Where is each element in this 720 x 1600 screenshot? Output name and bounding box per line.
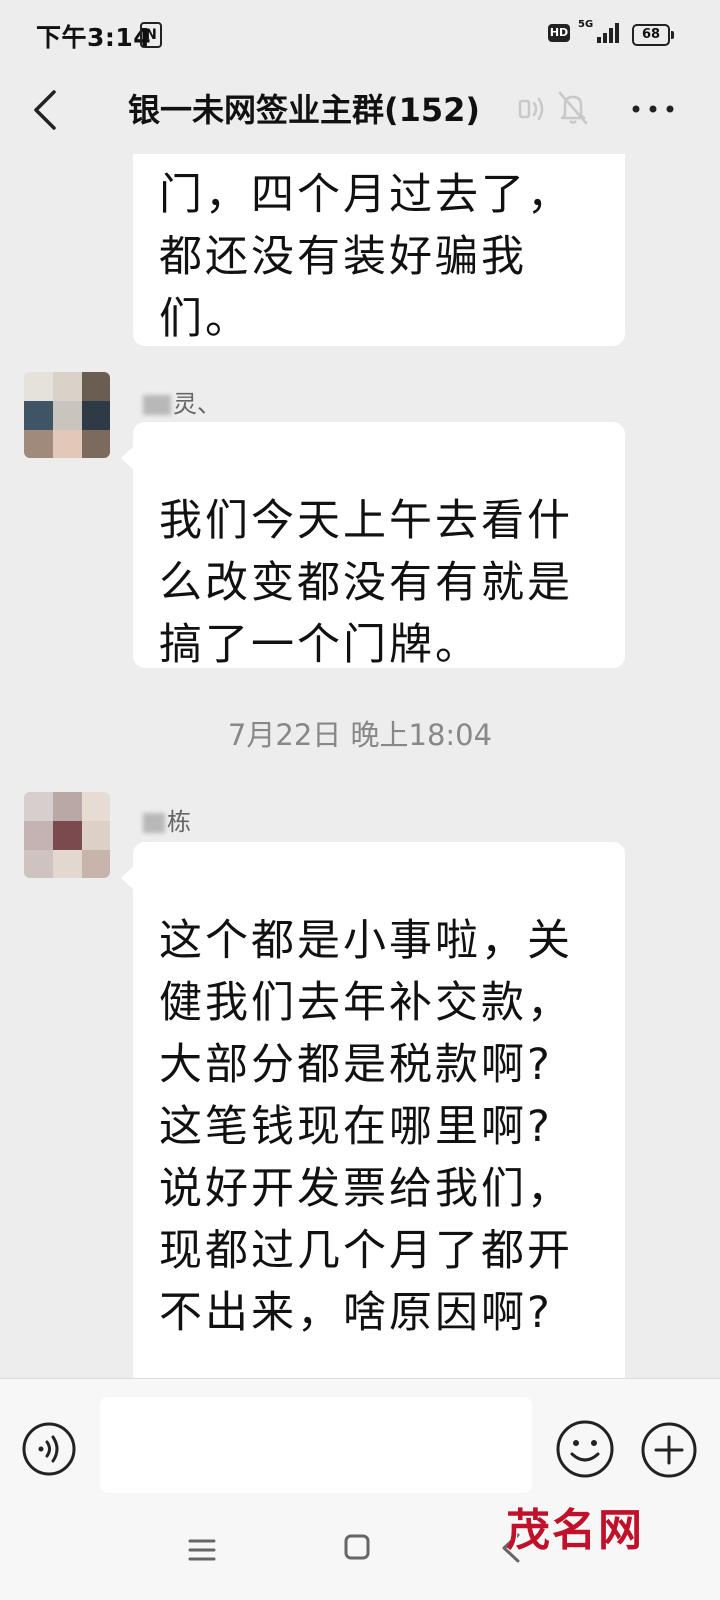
blurred-name-part: [143, 395, 171, 415]
network-type-icon: 5G: [578, 19, 594, 30]
chat-title: 银一未网签业主群(152): [128, 91, 481, 129]
sender-name: 灵、: [143, 384, 221, 419]
sender-name: 栋: [143, 802, 191, 837]
message-input[interactable]: [100, 1397, 532, 1493]
status-time: 下午3:14: [36, 23, 152, 52]
message-text: 我们今天上午去看什 么改变都没有有就是 搞了一个门牌。: [159, 496, 573, 670]
timestamp: 7月22日 晚上18:04: [227, 718, 493, 752]
emoji-icon[interactable]: [555, 1419, 615, 1479]
voice-mode-icon[interactable]: [518, 92, 546, 126]
message-bubble[interactable]: 这个都是小事啦，关 健我们去年补交款， 大部分都是税款啊? 这笔钱现在哪里啊? …: [121, 842, 625, 1378]
hd-icon: HD: [548, 24, 570, 42]
plus-icon[interactable]: [640, 1421, 698, 1479]
avatar[interactable]: [24, 792, 110, 878]
more-icon[interactable]: [628, 92, 678, 126]
blurred-name-part: [143, 813, 165, 833]
back-icon[interactable]: [26, 84, 66, 136]
message-text: 这个都是小事啦，关 健我们去年补交款， 大部分都是税款啊? 这笔钱现在哪里啊? …: [159, 916, 573, 1338]
avatar[interactable]: [24, 372, 110, 458]
chat-header: 银一未网签业主群(152): [0, 70, 720, 154]
watermark-logo: 茂名网: [506, 1505, 644, 1556]
battery-icon: 68: [632, 24, 674, 46]
nfc-icon: N: [140, 22, 162, 48]
message-text: 门，四个月过去了， 都还没有装好骗我 们。: [159, 170, 573, 344]
home-icon[interactable]: [344, 1534, 370, 1560]
mute-bell-icon: [558, 91, 588, 125]
message-bubble[interactable]: 门，四个月过去了， 都还没有装好骗我 们。: [133, 154, 625, 346]
message-bubble[interactable]: 我们今天上午去看什 么改变都没有有就是 搞了一个门牌。: [121, 422, 625, 670]
menu-icon[interactable]: [188, 1536, 216, 1564]
input-bar: [0, 1378, 720, 1511]
message-list[interactable]: 门，四个月过去了， 都还没有装好骗我 们。 灵、 我们今天上午去看什 么改变都没…: [0, 154, 720, 1378]
signal-icon: [597, 23, 619, 43]
voice-input-icon[interactable]: [21, 1421, 77, 1477]
status-bar: 下午3:14 N HD 5G 68: [0, 0, 720, 70]
